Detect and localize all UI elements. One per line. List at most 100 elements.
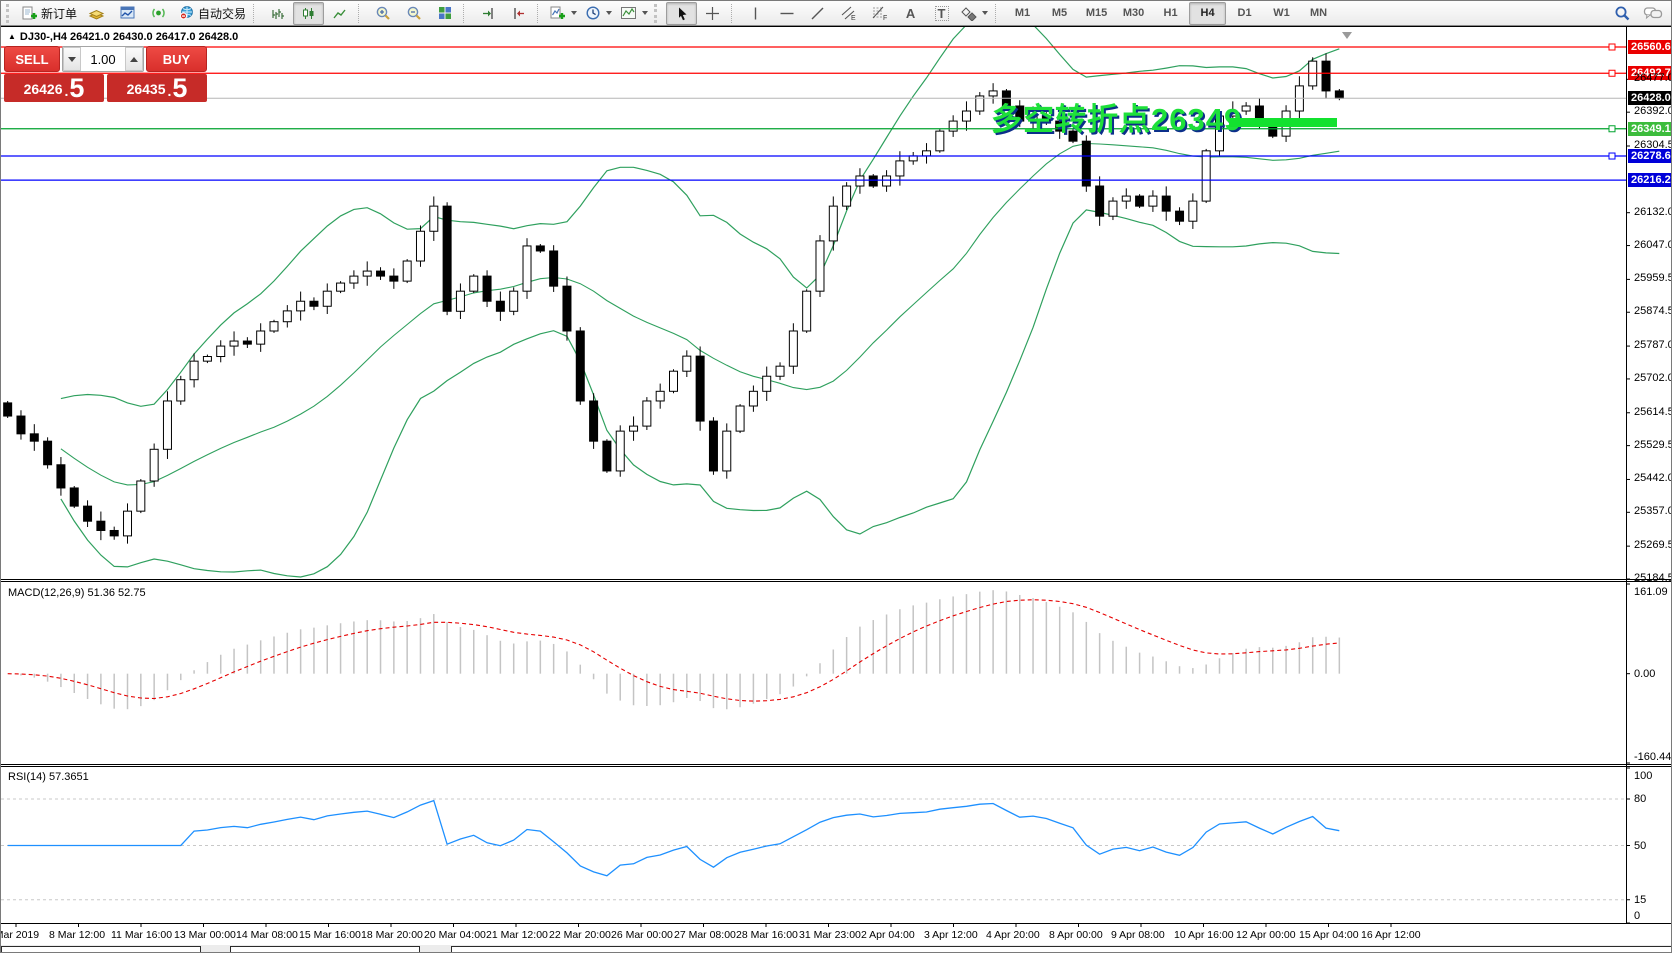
chart-window-button[interactable] <box>112 2 143 25</box>
text-button[interactable]: A <box>895 2 926 25</box>
tile-windows-button[interactable] <box>429 2 460 25</box>
bottom-window-strip <box>1 945 1671 953</box>
new-order-label: 新订单 <box>41 5 77 22</box>
quotes-button[interactable] <box>81 2 112 25</box>
timeframe-button-w1[interactable]: W1 <box>1263 2 1300 25</box>
sell-button[interactable]: SELL <box>4 46 60 72</box>
timeframe-button-h1[interactable]: H1 <box>1152 2 1189 25</box>
sell-price-frac: 5 <box>69 76 84 101</box>
hline-handle[interactable] <box>1609 70 1615 76</box>
chart-shift-icon <box>511 6 527 21</box>
periods-caret <box>606 11 612 15</box>
auto-scroll-icon <box>480 6 496 21</box>
sell-price-int: 26426 <box>24 79 63 99</box>
auto-trading-icon <box>178 5 195 21</box>
zoom-in-icon <box>375 5 391 21</box>
line-chart-button[interactable] <box>324 2 355 25</box>
horizontal-line-button[interactable] <box>771 2 802 25</box>
book-icon <box>88 5 105 21</box>
buy-price-display[interactable]: 26435.5 <box>107 74 207 102</box>
fibonacci-letter: F <box>883 15 887 21</box>
annotation-highlight-bar[interactable] <box>1229 118 1337 127</box>
clock-icon <box>585 5 601 21</box>
equidistant-channel-button[interactable]: E <box>833 2 864 25</box>
macd-histogram <box>8 590 1340 709</box>
zoom-in-button[interactable] <box>367 2 398 25</box>
mt4-window: 新订单 <box>0 0 1672 953</box>
fibonacci-icon: F <box>871 5 888 21</box>
chart-annotation-text[interactable]: 多空转折点26349 <box>991 94 1242 139</box>
auto-trading-button[interactable]: 自动交易 <box>174 2 250 25</box>
channel-icon: E <box>840 5 857 21</box>
bottom-strip-segment <box>451 946 1672 953</box>
candlestick-chart-button[interactable] <box>293 2 324 25</box>
buy-price-int: 26435 <box>127 79 166 99</box>
chart-shift-button[interactable] <box>503 2 534 25</box>
toolbar-grip <box>6 4 14 23</box>
search-icon <box>1613 5 1631 22</box>
rsi-indicator-label: RSI(14) 57.3651 <box>8 771 89 783</box>
bar-chart-button[interactable] <box>262 2 293 25</box>
template-icon <box>620 5 637 21</box>
timeframe-button-d1[interactable]: D1 <box>1226 2 1263 25</box>
text-icon: A <box>906 7 915 20</box>
new-order-button[interactable]: 新订单 <box>18 2 81 25</box>
zoom-out-button[interactable] <box>398 2 429 25</box>
auto-trading-label: 自动交易 <box>198 5 246 22</box>
buy-price-dot: . <box>168 83 172 99</box>
hline-handle[interactable] <box>1609 44 1615 50</box>
toolbar-right-group <box>1606 2 1668 25</box>
rsi-line <box>8 801 1340 876</box>
text-label-button[interactable]: T <box>926 2 957 25</box>
text-label-icon: T <box>935 6 949 21</box>
vertical-line-button[interactable] <box>740 2 771 25</box>
macd-indicator-label: MACD(12,26,9) 51.36 52.75 <box>8 587 146 599</box>
cursor-button[interactable] <box>666 2 697 25</box>
timeframe-button-h4[interactable]: H4 <box>1189 2 1226 25</box>
toolbar-separator <box>995 4 1000 23</box>
toolbar-separator <box>463 4 468 23</box>
zoom-out-icon <box>406 5 422 21</box>
volume-input[interactable]: 1.00 <box>81 47 125 71</box>
toolbar-separator <box>537 4 542 23</box>
timeframe-button-m30[interactable]: M30 <box>1115 2 1152 25</box>
signals-button[interactable] <box>143 2 174 25</box>
crosshair-button[interactable] <box>697 2 728 25</box>
add-indicator-icon <box>550 5 566 21</box>
volume-increase-button[interactable] <box>125 47 143 71</box>
toolbar-grip <box>654 4 662 23</box>
volume-stepper: 1.00 <box>62 46 144 72</box>
signal-icon <box>150 5 167 21</box>
bar-chart-icon <box>270 6 285 21</box>
hline-handle[interactable] <box>1609 153 1615 159</box>
timeframe-button-mn[interactable]: MN <box>1300 2 1337 25</box>
indicators-button[interactable] <box>546 2 581 25</box>
shapes-icon <box>961 6 977 21</box>
buy-button[interactable]: BUY <box>146 46 207 72</box>
trendline-button[interactable] <box>802 2 833 25</box>
decrease-icon <box>68 57 76 62</box>
chat-icon <box>1643 5 1663 22</box>
timeframe-button-m5[interactable]: M5 <box>1041 2 1078 25</box>
indicators-caret <box>571 11 577 15</box>
collapse-arrow-icon[interactable]: ▲ <box>8 32 16 41</box>
chart-title: ▲DJ30-,H4 26421.0 26430.0 26417.0 26428.… <box>8 31 238 43</box>
hline-handle[interactable] <box>1609 126 1615 132</box>
chart-canvas[interactable] <box>1 1 1672 953</box>
shapes-button[interactable] <box>957 2 992 25</box>
fibonacci-button[interactable]: F <box>864 2 895 25</box>
timeframe-button-m15[interactable]: M15 <box>1078 2 1115 25</box>
vertical-line-icon <box>749 6 762 21</box>
timeframe-button-m1[interactable]: M1 <box>1004 2 1041 25</box>
templates-button[interactable] <box>616 2 652 25</box>
shapes-caret <box>982 11 988 15</box>
toolbar-separator <box>731 4 736 23</box>
volume-decrease-button[interactable] <box>63 47 81 71</box>
periods-button[interactable] <box>581 2 616 25</box>
candlestick-chart-icon <box>301 6 316 21</box>
sell-price-display[interactable]: 26426.5 <box>4 74 104 102</box>
chat-button[interactable] <box>1637 2 1668 25</box>
timeframe-group: M1M5M15M30H1H4D1W1MN <box>1004 2 1337 25</box>
search-button[interactable] <box>1606 2 1637 25</box>
auto-scroll-button[interactable] <box>472 2 503 25</box>
